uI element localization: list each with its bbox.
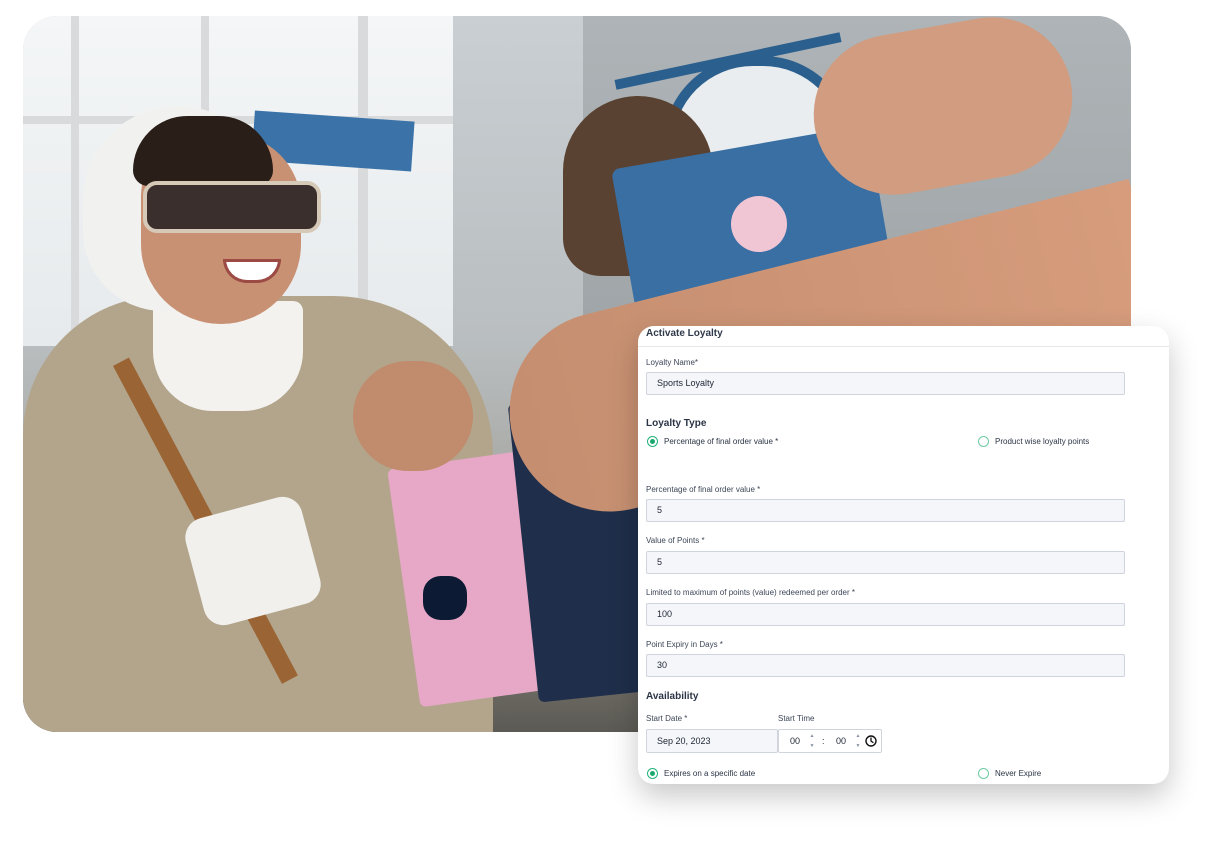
max-points-input[interactable]: 100 — [646, 603, 1125, 626]
caret-down-icon[interactable]: ▼ — [855, 743, 861, 749]
percentage-input[interactable]: 5 — [646, 499, 1125, 522]
radio-never-expire[interactable]: Never Expire — [978, 768, 1041, 779]
radio-selected-icon[interactable] — [647, 768, 658, 779]
start-time-separator: : — [822, 736, 825, 746]
radio-never-expire-label: Never Expire — [995, 769, 1042, 778]
radio-selected-icon[interactable] — [647, 436, 658, 447]
expiry-days-label: Point Expiry in Days * — [646, 640, 723, 649]
value-of-points-label: Value of Points * — [646, 536, 705, 545]
photo-hand — [353, 361, 473, 471]
percentage-label: Percentage of final order value * — [646, 485, 761, 494]
loyalty-type-heading: Loyalty Type — [646, 418, 707, 429]
clock-icon[interactable] — [865, 735, 877, 747]
value-of-points-input[interactable]: 5 — [646, 551, 1125, 574]
radio-unselected-icon[interactable] — [978, 768, 989, 779]
activate-loyalty-card: Activate Loyalty Loyalty Name* Sports Lo… — [638, 326, 1169, 784]
radio-product-wise-points[interactable]: Product wise loyalty points — [978, 436, 1089, 447]
start-time-hours[interactable]: 00 — [790, 736, 800, 746]
radio-product-wise-label: Product wise loyalty points — [995, 437, 1090, 446]
loyalty-name-label: Loyalty Name* — [646, 358, 699, 367]
max-points-label: Limited to maximum of points (value) red… — [646, 588, 855, 597]
radio-percentage-label: Percentage of final order value * — [664, 437, 779, 446]
start-time-minutes[interactable]: 00 — [836, 736, 846, 746]
start-date-input[interactable]: Sep 20, 2023 — [646, 729, 778, 753]
photo-bag-sticker — [423, 576, 467, 620]
card-title: Activate Loyalty — [646, 328, 723, 339]
start-time-picker[interactable]: 00 ▲ ▼ : 00 ▲ ▼ — [778, 729, 882, 753]
radio-expires-specific-date[interactable]: Expires on a specific date — [647, 768, 755, 779]
photo-hair — [133, 116, 273, 186]
expiry-days-input[interactable]: 30 — [646, 654, 1125, 677]
loyalty-name-input[interactable]: Sports Loyalty — [646, 372, 1125, 395]
photo-sunglasses — [143, 181, 321, 233]
radio-unselected-icon[interactable] — [978, 436, 989, 447]
radio-percentage-of-order[interactable]: Percentage of final order value * — [647, 436, 778, 447]
caret-up-icon[interactable]: ▲ — [855, 733, 861, 739]
start-time-label: Start Time — [778, 714, 815, 723]
photo-pink-sticker — [731, 196, 787, 252]
radio-expires-label: Expires on a specific date — [664, 769, 756, 778]
card-header: Activate Loyalty — [638, 326, 1169, 347]
caret-down-icon[interactable]: ▼ — [809, 743, 815, 749]
start-date-label: Start Date * — [646, 714, 688, 723]
caret-up-icon[interactable]: ▲ — [809, 733, 815, 739]
availability-heading: Availability — [646, 691, 699, 702]
